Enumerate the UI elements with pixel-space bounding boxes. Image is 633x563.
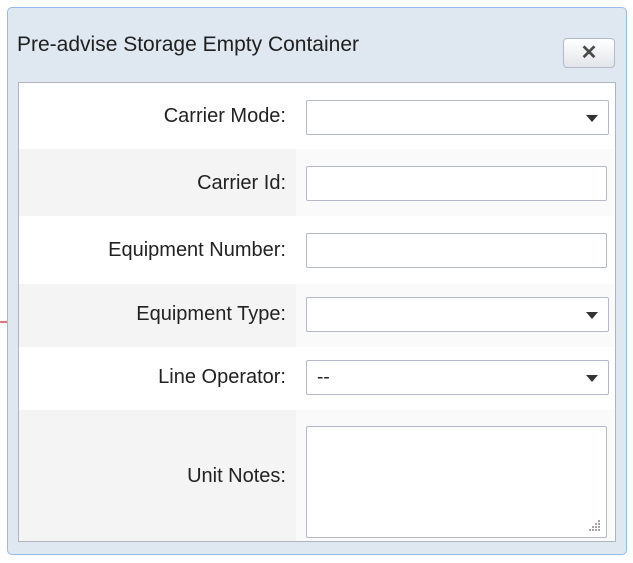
- form-row-carrier-id: Carrier Id:: [19, 149, 615, 216]
- equipment-number-input[interactable]: [306, 233, 607, 268]
- carrier-id-label: Carrier Id:: [197, 172, 286, 194]
- pre-advise-dialog: Pre-advise Storage Empty Container ✕ Car…: [7, 7, 627, 555]
- equipment-type-label: Equipment Type:: [136, 303, 286, 325]
- carrier-mode-label: Carrier Mode:: [163, 105, 286, 127]
- line-operator-value: --: [317, 367, 330, 388]
- line-operator-select[interactable]: --: [306, 360, 609, 395]
- form-row-line-operator: Line Operator: --: [19, 347, 615, 410]
- form-body: Carrier Mode: Carrier Id: Equipment Numb…: [18, 82, 616, 542]
- form-row-equipment-type: Equipment Type:: [19, 284, 615, 347]
- equipment-type-select[interactable]: [306, 297, 609, 332]
- dialog-title: Pre-advise Storage Empty Container: [17, 33, 359, 56]
- chevron-down-icon[interactable]: [586, 375, 598, 382]
- unit-notes-textarea[interactable]: [306, 426, 607, 538]
- chevron-down-icon[interactable]: [586, 115, 598, 122]
- equipment-number-label: Equipment Number:: [108, 239, 286, 261]
- form-row-equipment-number: Equipment Number:: [19, 216, 615, 284]
- form-row-unit-notes: Unit Notes:: [19, 410, 615, 541]
- close-button[interactable]: ✕: [563, 38, 615, 68]
- close-icon: ✕: [580, 42, 598, 64]
- line-operator-label: Line Operator:: [158, 366, 286, 388]
- dialog-header[interactable]: Pre-advise Storage Empty Container ✕: [8, 8, 626, 76]
- carrier-mode-select[interactable]: [306, 100, 609, 135]
- resize-grip-icon[interactable]: [587, 518, 601, 532]
- chevron-down-icon[interactable]: [586, 312, 598, 319]
- form-row-carrier-mode: Carrier Mode:: [19, 83, 615, 149]
- unit-notes-label: Unit Notes:: [187, 465, 286, 487]
- carrier-id-input[interactable]: [306, 166, 607, 201]
